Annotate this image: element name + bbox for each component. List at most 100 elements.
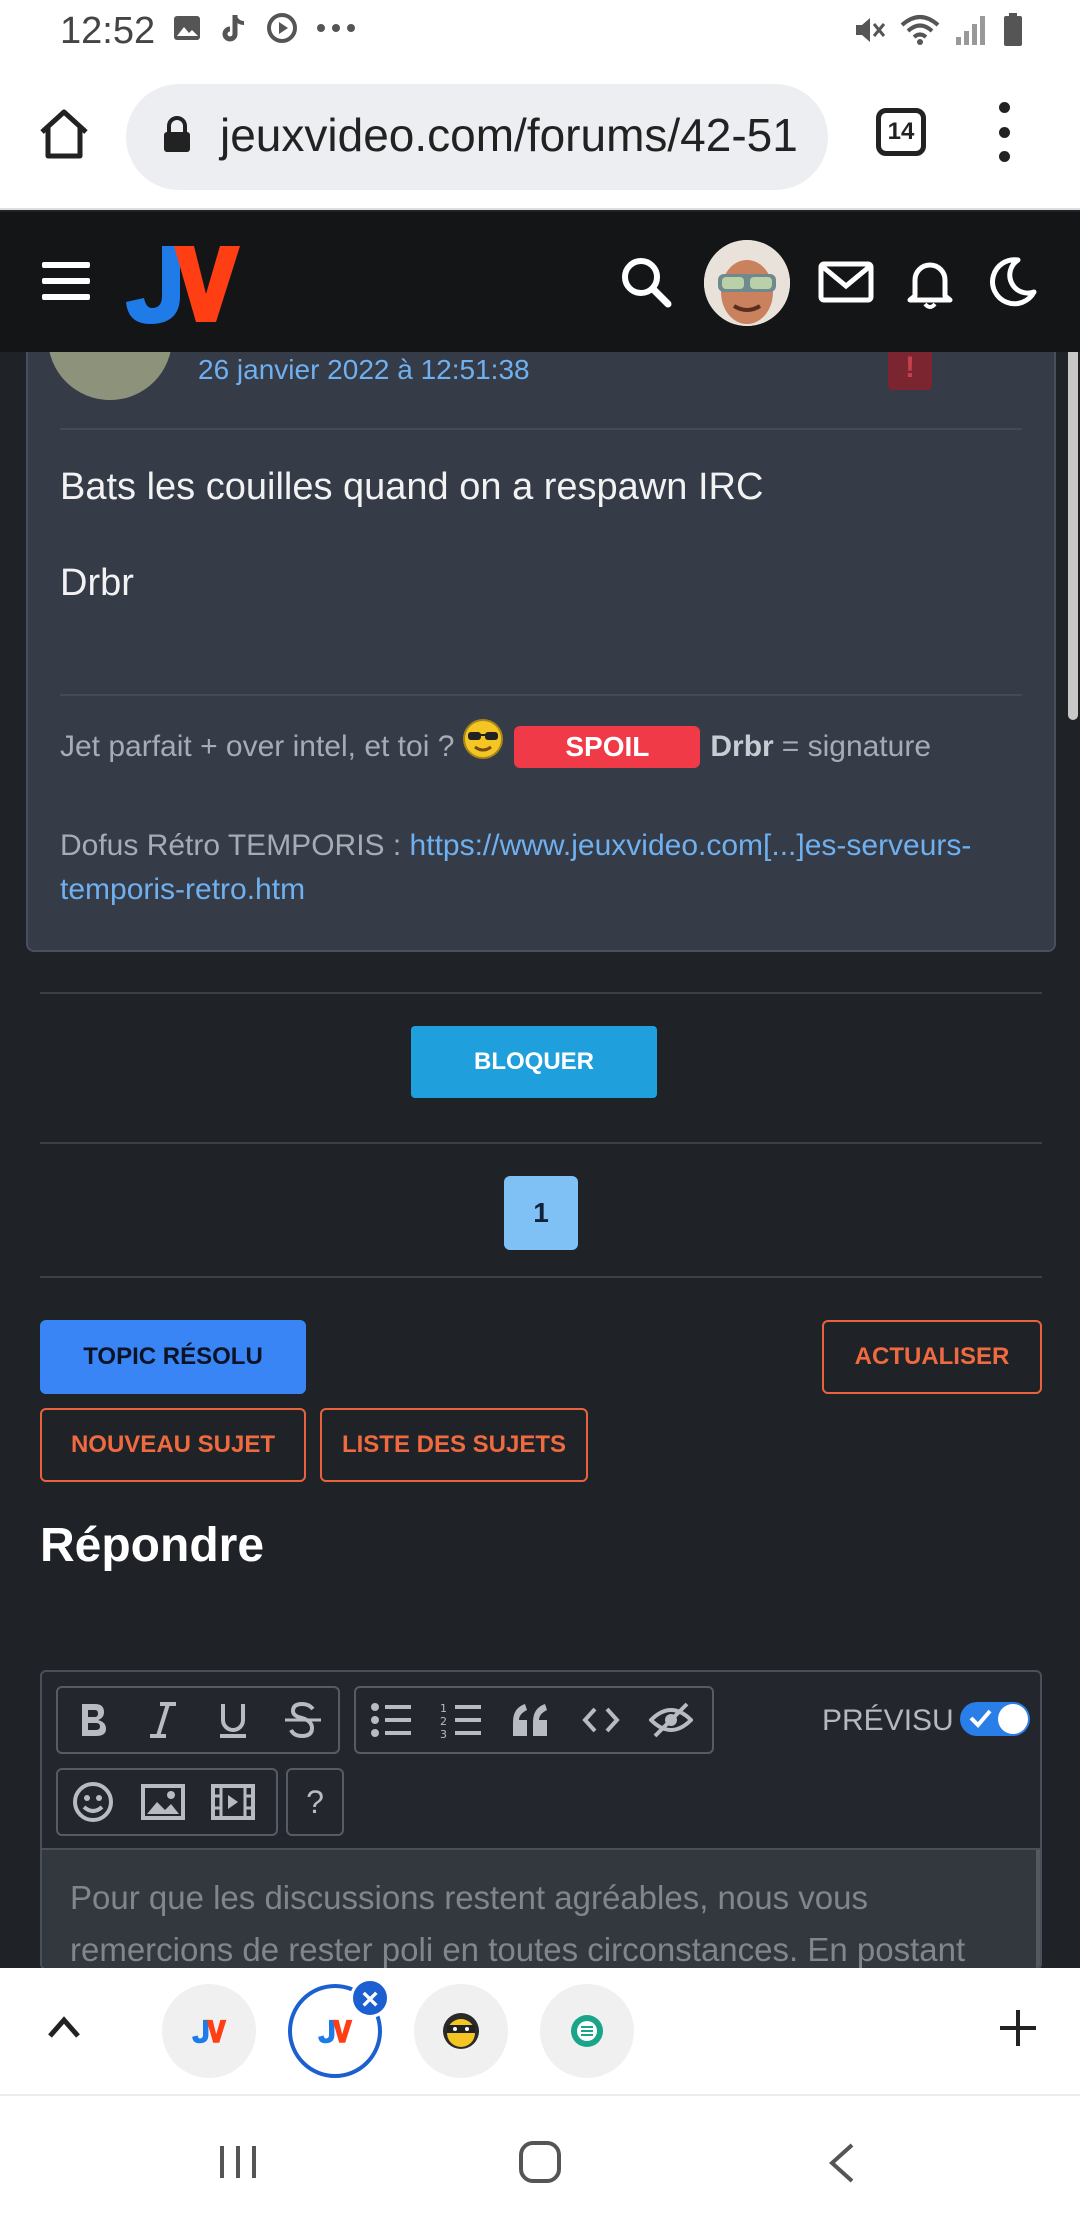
svg-text:3: 3: [440, 1728, 447, 1740]
post-date[interactable]: 26 janvier 2022 à 12:51:38: [198, 354, 530, 386]
topic-list-button[interactable]: LISTE DES SUJETS: [320, 1408, 588, 1482]
film-icon: [211, 1784, 255, 1820]
divider: [60, 694, 1022, 696]
refresh-button[interactable]: ACTUALISER: [822, 1320, 1042, 1394]
numbered-list-button[interactable]: 123: [426, 1688, 496, 1752]
jv-favicon: [318, 2019, 353, 2044]
divider: [40, 1142, 1042, 1144]
tab-bandit[interactable]: [414, 1984, 508, 2078]
media-toolbar-group: [56, 1768, 278, 1836]
strikethrough-icon: [285, 1701, 321, 1739]
reply-editor: 123 PRÉVISU ? Pour que les discussions r…: [40, 1670, 1042, 1970]
underline-button[interactable]: [198, 1688, 268, 1752]
browser-menu-icon[interactable]: [994, 102, 1014, 162]
hamburger-menu-icon[interactable]: [42, 262, 90, 300]
bandit-favicon: [443, 2013, 479, 2049]
report-button[interactable]: !: [888, 346, 932, 390]
home-nav-icon[interactable]: [518, 2140, 562, 2184]
notification-icons: [172, 12, 356, 44]
system-icons: [852, 12, 1024, 48]
home-icon[interactable]: [36, 106, 92, 162]
user-avatar[interactable]: [704, 240, 790, 326]
divider: [60, 428, 1022, 430]
site-header: [0, 212, 1080, 352]
textarea-scrollbar[interactable]: [1036, 1850, 1040, 1968]
italic-icon: [150, 1702, 176, 1738]
topic-resolved-button[interactable]: TOPIC RÉSOLU: [40, 1320, 306, 1394]
signature-line: Jet parfait + over intel, et toi ? SPOIL…: [60, 719, 931, 768]
chevron-up-icon[interactable]: [46, 2014, 82, 2040]
lock-icon: [164, 116, 190, 152]
code-button[interactable]: [566, 1688, 636, 1752]
close-tab-icon[interactable]: ×: [350, 1978, 390, 2018]
image-icon: [141, 1784, 185, 1820]
url-text: jeuxvideo.com/forums/42-51: [220, 109, 798, 161]
strikethrough-button[interactable]: [268, 1688, 338, 1752]
block-toolbar-group: 123: [354, 1686, 714, 1754]
play-icon: [267, 13, 297, 43]
post-message-line: Bats les couilles quand on a respawn IRC: [60, 466, 764, 508]
preview-label: PRÉVISU: [822, 1704, 954, 1737]
spoiler-button[interactable]: [636, 1688, 706, 1752]
video-button[interactable]: [198, 1770, 268, 1834]
status-time: 12:52: [60, 10, 156, 52]
tab-other[interactable]: [540, 1984, 634, 2078]
bell-icon[interactable]: [900, 252, 960, 312]
numbered-list-icon: 123: [440, 1702, 481, 1740]
underline-icon: [220, 1704, 246, 1738]
post-message-line: Drbr: [60, 562, 134, 604]
divider: [40, 992, 1042, 994]
smiley-icon: [73, 1782, 113, 1822]
address-bar[interactable]: jeuxvideo.com/forums/42-51: [126, 84, 828, 190]
tiktok-icon: [222, 15, 245, 42]
help-button[interactable]: ?: [286, 1768, 344, 1836]
spoil-button[interactable]: SPOIL: [514, 726, 701, 768]
signature-prefix: Jet parfait + over intel, et toi ?: [60, 730, 455, 763]
pagination-page[interactable]: 1: [504, 1176, 578, 1250]
quote-button[interactable]: [496, 1688, 566, 1752]
svg-text:2: 2: [440, 1715, 447, 1728]
signal-icon: [956, 16, 985, 45]
status-bar: 12:52: [0, 0, 1080, 62]
mute-icon: [856, 18, 886, 42]
signature-text: Dofus Rétro TEMPORIS :: [60, 829, 410, 862]
dark-mode-icon[interactable]: [982, 252, 1042, 312]
tab-strip: ×: [0, 1968, 1080, 2094]
mail-icon[interactable]: [816, 252, 876, 312]
bold-button[interactable]: [58, 1688, 128, 1752]
jv-favicon: [192, 2019, 227, 2044]
signature-bold: Drbr: [710, 730, 774, 763]
new-topic-button[interactable]: NOUVEAU SUJET: [40, 1408, 306, 1482]
format-toolbar-group: [56, 1686, 340, 1754]
svg-text:1: 1: [440, 1702, 447, 1715]
search-icon[interactable]: [616, 252, 676, 312]
signature-line-2: Dofus Rétro TEMPORIS : https://www.jeuxv…: [60, 824, 1030, 912]
bold-icon: [82, 1704, 106, 1736]
emoji-button[interactable]: [58, 1770, 128, 1834]
preview-toggle[interactable]: [960, 1702, 1030, 1736]
code-icon: [582, 1707, 620, 1733]
image-button[interactable]: [128, 1770, 198, 1834]
italic-button[interactable]: [128, 1688, 198, 1752]
divider: [40, 1276, 1042, 1278]
recents-icon[interactable]: [216, 2144, 260, 2180]
jv-logo[interactable]: [122, 238, 242, 328]
gallery-icon: [174, 16, 200, 40]
battery-icon: [1004, 13, 1022, 46]
reply-placeholder: Pour que les discussions restent agréabl…: [70, 1879, 966, 1968]
quote-icon: [513, 1704, 547, 1736]
wifi-icon: [900, 15, 940, 45]
new-tab-icon[interactable]: [996, 2006, 1040, 2050]
bullet-list-button[interactable]: [356, 1688, 426, 1752]
page-scrollbar[interactable]: [1068, 300, 1078, 720]
system-navigation-bar: [0, 2094, 1080, 2220]
tab-jv-1[interactable]: [162, 1984, 256, 2078]
tab-switcher-button[interactable]: 14: [876, 108, 926, 156]
reply-textarea[interactable]: Pour que les discussions restent agréabl…: [42, 1848, 1040, 1968]
back-icon[interactable]: [826, 2142, 856, 2184]
browser-toolbar: jeuxvideo.com/forums/42-51 14: [0, 62, 1080, 210]
block-button[interactable]: BLOQUER: [411, 1026, 657, 1098]
eye-slash-icon: [649, 1702, 693, 1738]
reply-heading: Répondre: [40, 1519, 265, 1572]
bullet-list-icon: [371, 1703, 411, 1737]
